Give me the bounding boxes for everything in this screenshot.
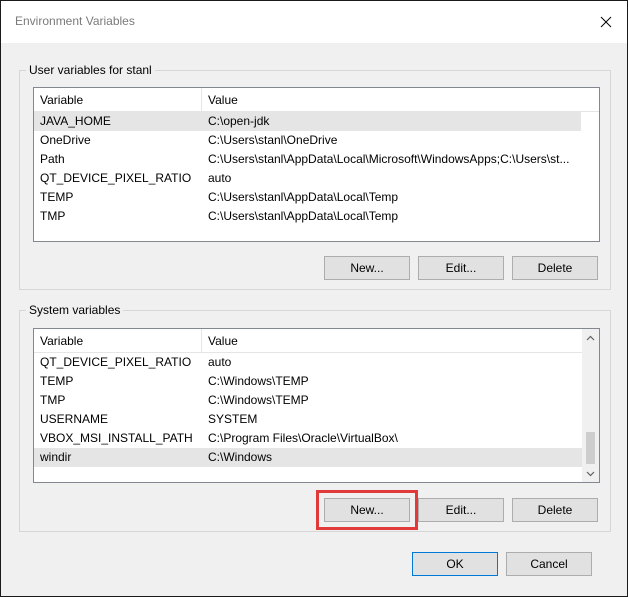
column-header-value[interactable]: Value (202, 88, 582, 112)
list-header: Variable Value (34, 329, 599, 353)
system-variables-list[interactable]: Variable Value QT_DEVICE_PIXEL_RATIO aut… (33, 328, 600, 483)
row-variable: JAVA_HOME (40, 114, 111, 128)
list-header: Variable Value (34, 88, 599, 112)
environment-variables-dialog: Environment Variables User variables for… (0, 0, 628, 597)
user-variables-rows: JAVA_HOME C:\open-jdk OneDrive C:\Users\… (34, 112, 599, 226)
row-value: C:\Users\stanl\AppData\Local\Microsoft\W… (208, 152, 570, 166)
row-value: SYSTEM (208, 412, 258, 426)
ok-button[interactable]: OK (412, 552, 498, 576)
table-row[interactable]: TEMP C:\Windows\TEMP (34, 372, 599, 391)
system-edit-button[interactable]: Edit... (418, 498, 504, 522)
row-variable: USERNAME (40, 412, 109, 426)
row-value: C:\Users\stanl\OneDrive (208, 133, 338, 147)
row-variable: TEMP (40, 190, 74, 204)
table-row[interactable]: windir C:\Windows (34, 448, 582, 467)
user-variables-list[interactable]: Variable Value JAVA_HOME C:\open-jdk One… (33, 87, 600, 242)
cancel-button[interactable]: Cancel (506, 552, 592, 576)
row-variable: windir (40, 450, 72, 464)
system-variables-rows: QT_DEVICE_PIXEL_RATIO auto TEMP C:\Windo… (34, 353, 599, 467)
row-variable: TEMP (40, 374, 74, 388)
system-delete-button[interactable]: Delete (512, 498, 598, 522)
row-variable: QT_DEVICE_PIXEL_RATIO (40, 355, 192, 369)
table-row[interactable]: OneDrive C:\Users\stanl\OneDrive (34, 131, 599, 150)
window-title: Environment Variables (15, 14, 135, 28)
row-value: auto (208, 355, 232, 369)
row-value: C:\Windows\TEMP (208, 374, 309, 388)
column-header-variable[interactable]: Variable (34, 88, 202, 112)
chevron-down-icon (586, 471, 595, 476)
vertical-scrollbar[interactable] (582, 329, 599, 482)
row-value: C:\Program Files\Oracle\VirtualBox\ (208, 431, 398, 445)
table-row[interactable]: USERNAME SYSTEM (34, 410, 599, 429)
row-value: auto (208, 171, 232, 185)
user-variables-label: User variables for stanl (26, 63, 155, 77)
scrollbar-thumb[interactable] (586, 432, 595, 464)
row-value: C:\Users\stanl\AppData\Local\Temp (208, 209, 399, 223)
user-new-button[interactable]: New... (324, 256, 410, 280)
column-header-variable[interactable]: Variable (34, 329, 202, 353)
close-button[interactable] (589, 5, 623, 39)
row-variable: QT_DEVICE_PIXEL_RATIO (40, 171, 192, 185)
row-value: C:\Users\stanl\AppData\Local\Temp (208, 190, 399, 204)
scroll-up-arrow[interactable] (582, 329, 599, 346)
row-value: C:\open-jdk (208, 114, 270, 128)
table-row[interactable]: TEMP C:\Users\stanl\AppData\Local\Temp (34, 188, 599, 207)
row-variable: TMP (40, 393, 66, 407)
system-new-button[interactable]: New... (316, 490, 418, 530)
user-delete-button[interactable]: Delete (512, 256, 598, 280)
table-row[interactable]: Path C:\Users\stanl\AppData\Local\Micros… (34, 150, 599, 169)
user-variables-group: User variables for stanl Variable Value … (19, 63, 611, 290)
user-edit-button[interactable]: Edit... (418, 256, 504, 280)
table-row[interactable]: TMP C:\Users\stanl\AppData\Local\Temp (34, 207, 599, 226)
chevron-up-icon (586, 335, 595, 340)
table-row[interactable]: QT_DEVICE_PIXEL_RATIO auto (34, 169, 599, 188)
row-value: C:\Windows (208, 450, 273, 464)
row-variable: VBOX_MSI_INSTALL_PATH (40, 431, 193, 445)
row-variable: Path (40, 152, 65, 166)
close-icon (600, 16, 612, 28)
row-variable: OneDrive (40, 133, 91, 147)
title-bar: Environment Variables (1, 1, 627, 43)
column-header-value[interactable]: Value (202, 329, 582, 353)
system-variables-group: System variables Variable Value QT_DEVIC… (19, 303, 611, 532)
table-row[interactable]: TMP C:\Windows\TEMP (34, 391, 599, 410)
row-value: C:\Windows\TEMP (208, 393, 309, 407)
scroll-down-arrow[interactable] (582, 465, 599, 482)
table-row[interactable]: QT_DEVICE_PIXEL_RATIO auto (34, 353, 599, 372)
row-variable: TMP (40, 209, 66, 223)
table-row[interactable]: VBOX_MSI_INSTALL_PATH C:\Program Files\O… (34, 429, 599, 448)
table-row[interactable]: JAVA_HOME C:\open-jdk (34, 112, 581, 131)
system-variables-label: System variables (26, 303, 124, 317)
